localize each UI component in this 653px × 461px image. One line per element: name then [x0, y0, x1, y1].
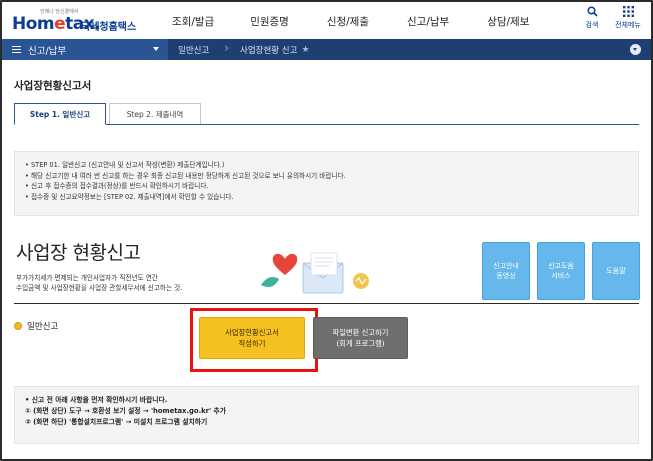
search-button[interactable]: 검색	[580, 6, 604, 30]
step-tabs: Step 1. 일반신고 Step 2. 제출내역	[14, 103, 639, 125]
gnb-item-filing-payment[interactable]: 신고/납부	[407, 14, 449, 29]
document-heart-illustration	[261, 252, 369, 294]
pre-filing-check-notice: • 신고 전 아래 사항을 먼저 확인하시기 바랍니다. ① (화면 상단) 도…	[14, 386, 639, 444]
favorite-star-icon[interactable]: ★	[301, 45, 309, 55]
search-label: 검색	[585, 21, 599, 29]
main-description: 부가가치세가 면제되는 개인사업자가 직전년도 연간 수입금액 및 사업장현황을…	[16, 273, 182, 293]
site-header: 언제나 당신곁에서 Hometax. 국세청홈택스 조회/발급 민원증명 신청/…	[2, 2, 651, 39]
bullet-dot-icon	[14, 322, 22, 330]
description-line: 부가가치세가 면제되는 개인사업자가 직전년도 연간	[16, 274, 158, 282]
notice-line: ② (화면 하단) '통합설치프로그램' → 미설치 프로그램 설치하기	[25, 418, 208, 426]
breadcrumb-general-filing[interactable]: 일반신고	[178, 39, 209, 60]
notice-line: • 신고 후 접수증의 접수결과(정상)를 반드시 확인하시기 바랍니다.	[25, 182, 209, 190]
section-menu-label: 신고/납부	[28, 45, 67, 57]
gnb-item-consult[interactable]: 상담/제보	[487, 14, 529, 29]
gnb-item-certificate[interactable]: 민원증명	[250, 14, 289, 29]
general-filing-section-label: 일반신고	[27, 322, 59, 332]
button-label-line: (회계 프로그램)	[336, 339, 385, 348]
location-bar: 신고/납부 일반신고 › 사업장현황 신고 ★	[2, 39, 651, 60]
logo-agency: 국세청홈택스	[81, 22, 137, 33]
page-title: 사업장현황신고서	[14, 80, 92, 92]
breadcrumb-current-label: 사업장현황 신고	[240, 45, 298, 56]
description-line: 수입금액 및 사업장현황을 사업장 관할세무서에 신고하는 것.	[16, 284, 183, 292]
file-conversion-filing-button[interactable]: 파일변환 신고하기 (회계 프로그램)	[313, 317, 408, 359]
help-button[interactable]: 도움말	[592, 242, 640, 300]
all-menu-button[interactable]: 전체메뉴	[607, 6, 649, 30]
notice-line: • 접수증 및 신고요약정보는 [STEP 02. 제출내역]에서 확인할 수 …	[25, 192, 234, 201]
notice-line: ① (화면 상단) 도구 → 호환성 보기 설정 → 'hometax.go.k…	[25, 407, 226, 415]
breadcrumb-current[interactable]: 사업장현황 신고 ★	[240, 39, 310, 60]
global-nav: 조회/발급 민원증명 신청/제출 신고/납부 상담/제보	[172, 14, 567, 29]
chevron-down-icon	[153, 47, 159, 51]
filing-help-service-button[interactable]: 신고도움서비스	[537, 242, 585, 300]
button-label-line: 서비스	[551, 272, 571, 280]
grid-icon	[622, 6, 634, 17]
filing-guide-video-button[interactable]: 신고안내동영상	[482, 242, 530, 300]
all-menu-label: 전체메뉴	[615, 21, 641, 29]
button-label-line: 동영상	[496, 272, 516, 280]
notice-line: • STEP 01. 일반신고 (신고안내 및 신고서 작성(변환) 제출단계입…	[25, 161, 225, 169]
button-label-line: 신고도움	[548, 262, 574, 270]
breadcrumb-separator-icon: ›	[224, 41, 230, 56]
section-menu-dropdown[interactable]: 신고/납부	[2, 39, 168, 60]
info-notice-box: • STEP 01. 일반신고 (신고안내 및 신고서 작성(변환) 제출단계입…	[14, 151, 639, 216]
notice-line: • 신고 전 아래 사항을 먼저 확인하시기 바랍니다.	[25, 396, 168, 404]
search-icon	[586, 6, 598, 17]
expand-circle-icon[interactable]	[630, 44, 641, 55]
section-divider	[14, 303, 639, 304]
button-label-line: 신고안내	[493, 262, 519, 270]
hamburger-icon	[12, 44, 21, 55]
button-label-line: 파일변환 신고하기	[332, 328, 389, 337]
notice-line: • 해당 신고기한 내 여러 번 신고를 하는 경우 최종 신고된 내용만 정당…	[25, 171, 346, 180]
red-highlight-box	[190, 308, 318, 372]
hometax-logo[interactable]: 언제나 당신곁에서 Hometax. 국세청홈택스	[12, 8, 136, 34]
gnb-item-lookup[interactable]: 조회/발급	[172, 14, 214, 29]
gnb-item-application[interactable]: 신청/제출	[327, 14, 369, 29]
tab-step2-submission-history[interactable]: Step 2. 제출내역	[109, 103, 201, 124]
tab-step1-general-filing[interactable]: Step 1. 일반신고	[14, 103, 106, 125]
main-heading: 사업장 현황신고	[16, 242, 141, 264]
